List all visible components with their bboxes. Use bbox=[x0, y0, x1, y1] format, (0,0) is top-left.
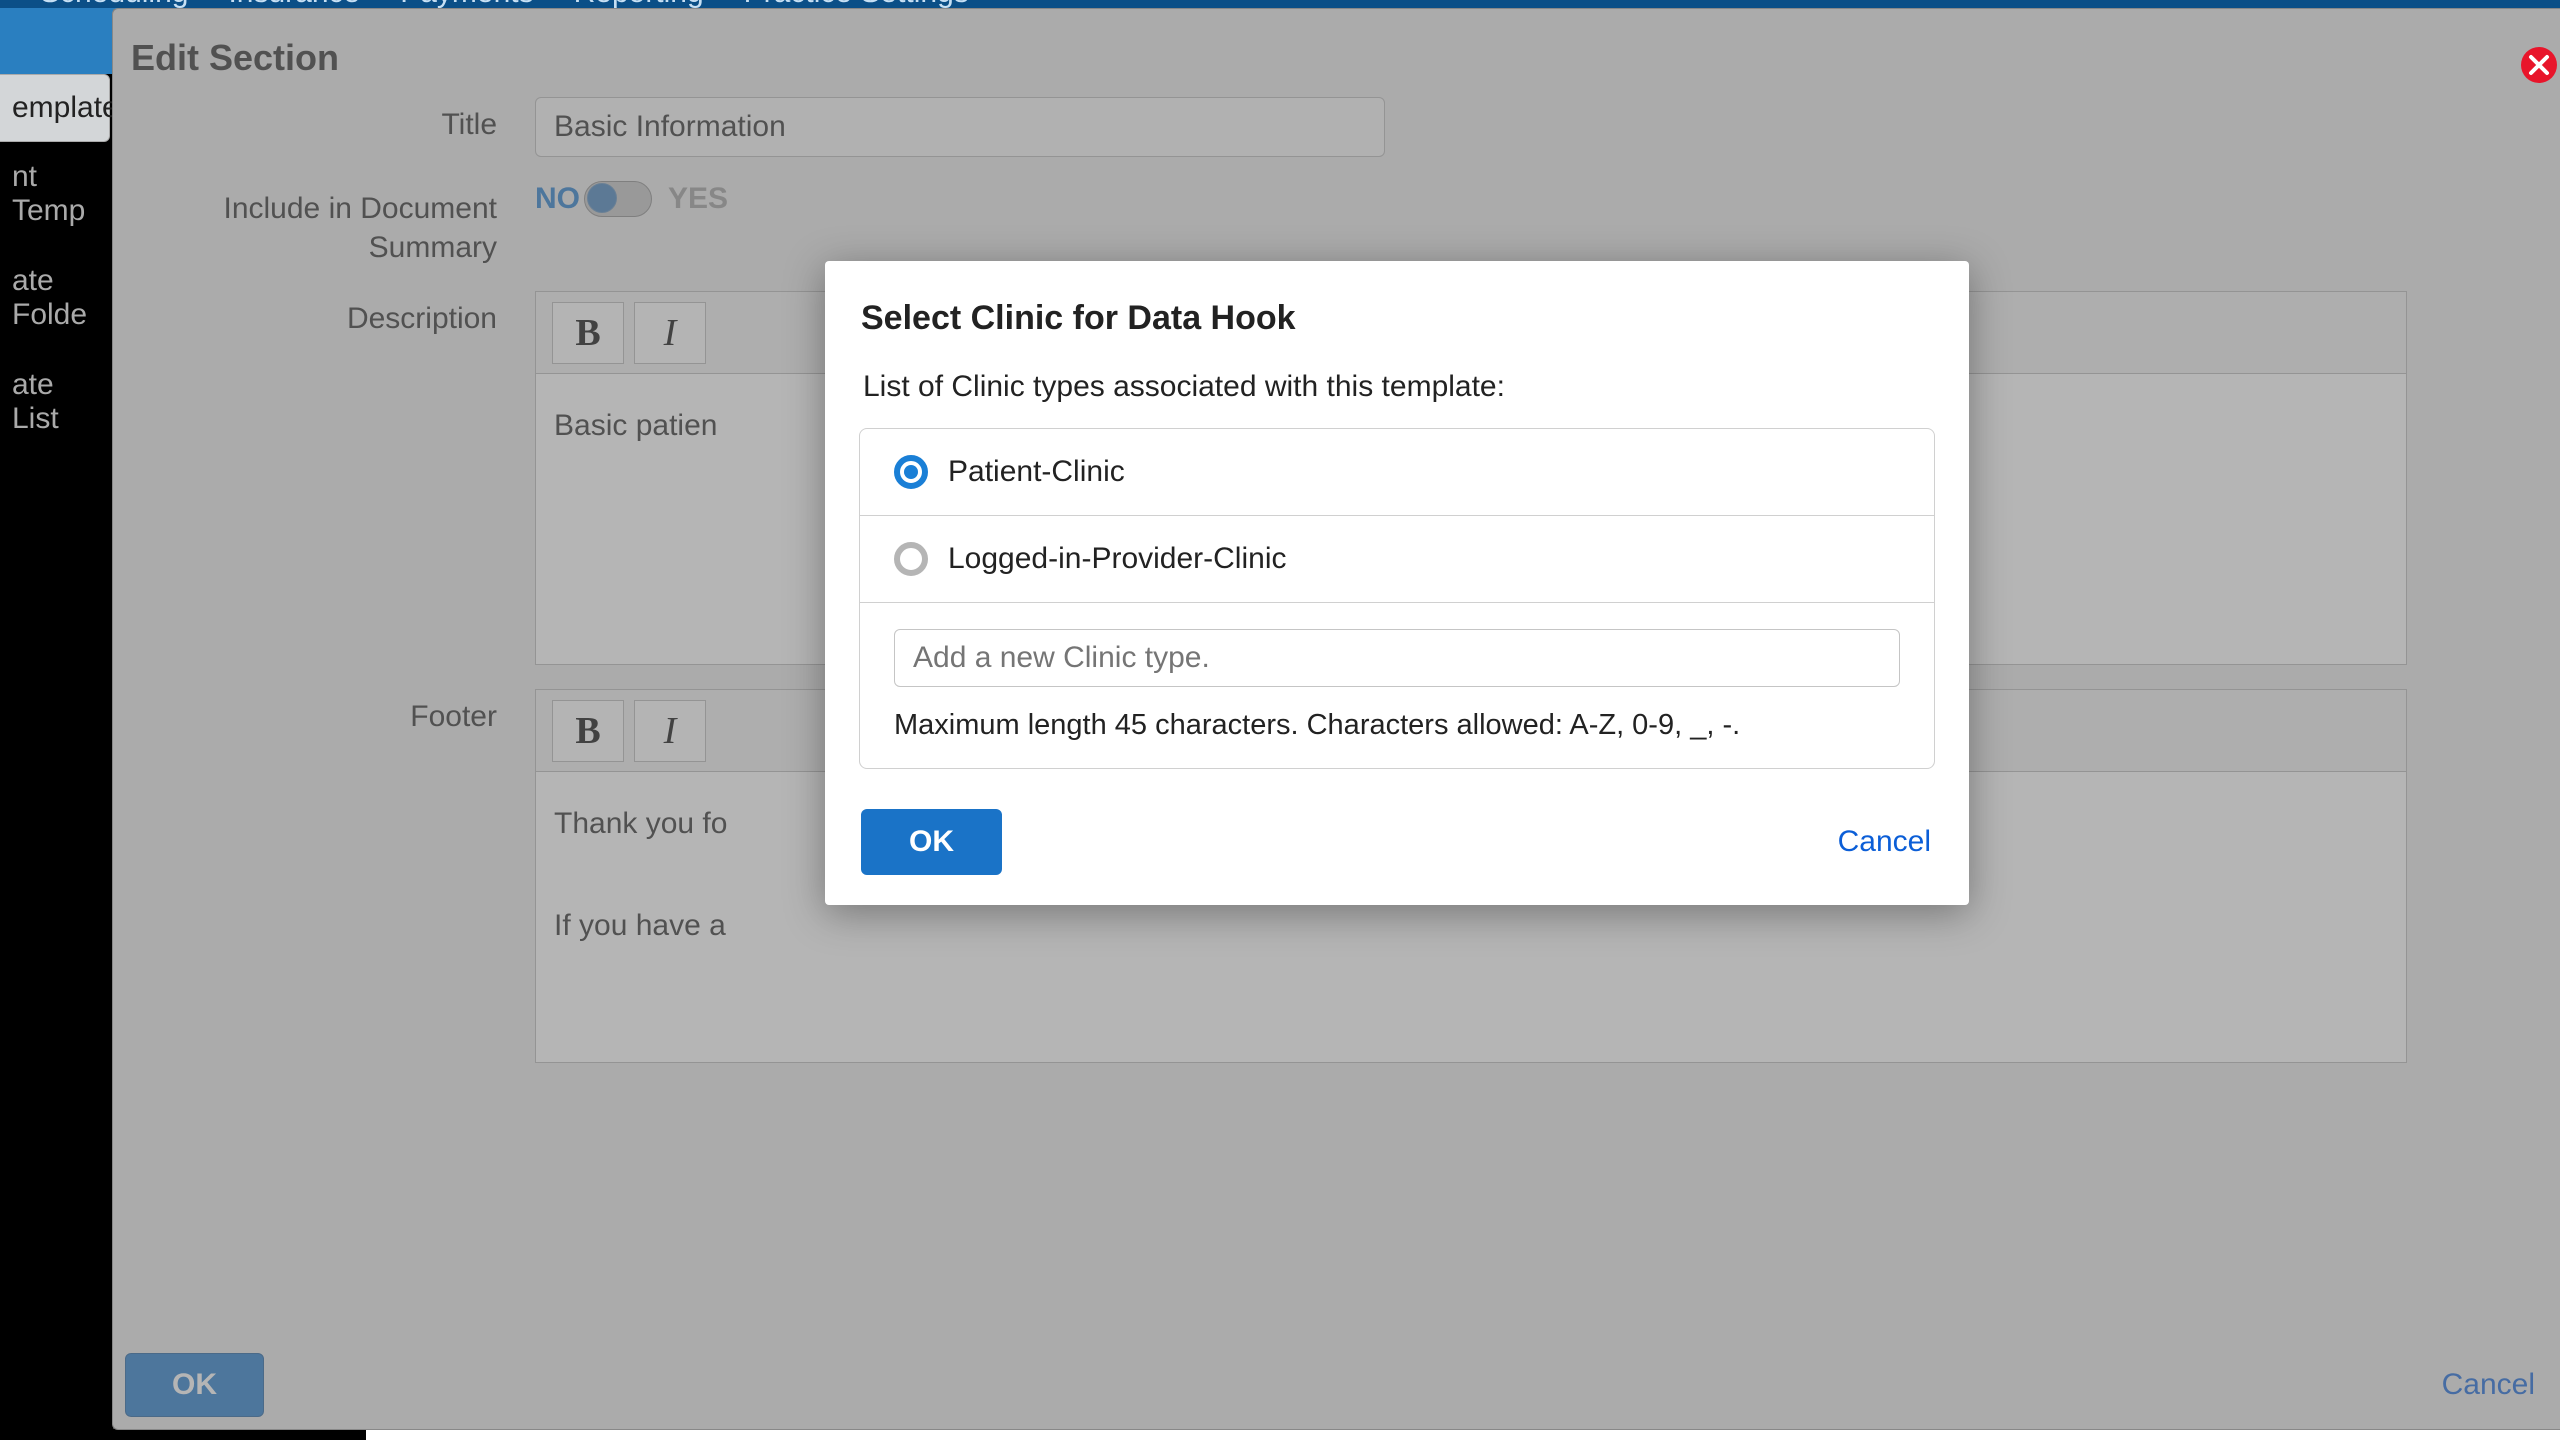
top-nav: Scheduling Insurance Payments Reporting … bbox=[0, 0, 2560, 8]
clinic-type-list: Patient-Clinic Logged-in-Provider-Clinic… bbox=[859, 428, 1935, 769]
clinic-option-label: Patient-Clinic bbox=[948, 455, 1125, 489]
nav-item[interactable]: Scheduling bbox=[40, 0, 188, 8]
clinic-option-label: Logged-in-Provider-Clinic bbox=[948, 542, 1286, 576]
left-menu: emplates nt Temp ate Folde ate List bbox=[0, 74, 110, 454]
sidebar-item[interactable]: nt Temp bbox=[0, 142, 110, 246]
inner-ok-button[interactable]: OK bbox=[861, 809, 1002, 875]
sidebar-item[interactable]: ate Folde bbox=[0, 246, 110, 350]
select-clinic-modal: Select Clinic for Data Hook List of Clin… bbox=[825, 261, 1969, 905]
add-clinic-hint: Maximum length 45 characters. Characters… bbox=[860, 697, 1934, 768]
nav-item[interactable]: Reporting bbox=[574, 0, 704, 8]
add-clinic-row bbox=[860, 603, 1934, 697]
nav-item[interactable]: Practice Settings bbox=[744, 0, 969, 8]
sidebar-tab-templates[interactable]: emplates bbox=[0, 74, 110, 142]
nav-item[interactable]: Payments bbox=[400, 0, 533, 8]
inner-cancel-link[interactable]: Cancel bbox=[1838, 825, 1931, 859]
sidebar-item[interactable]: ate List bbox=[0, 350, 110, 454]
clinic-option-patient[interactable]: Patient-Clinic bbox=[860, 429, 1934, 516]
nav-item[interactable]: Insurance bbox=[228, 0, 360, 8]
inner-modal-title: Select Clinic for Data Hook bbox=[851, 299, 1943, 352]
radio-unselected-icon bbox=[894, 542, 928, 576]
inner-modal-actions: OK Cancel bbox=[851, 769, 1943, 879]
radio-selected-icon bbox=[894, 455, 928, 489]
clinic-option-provider[interactable]: Logged-in-Provider-Clinic bbox=[860, 516, 1934, 603]
close-icon[interactable] bbox=[2521, 47, 2557, 83]
add-clinic-input[interactable] bbox=[894, 629, 1900, 687]
inner-modal-subtitle: List of Clinic types associated with thi… bbox=[851, 352, 1943, 428]
edit-section-dialog: Edit Section Title Include in Document S… bbox=[112, 8, 2560, 1430]
